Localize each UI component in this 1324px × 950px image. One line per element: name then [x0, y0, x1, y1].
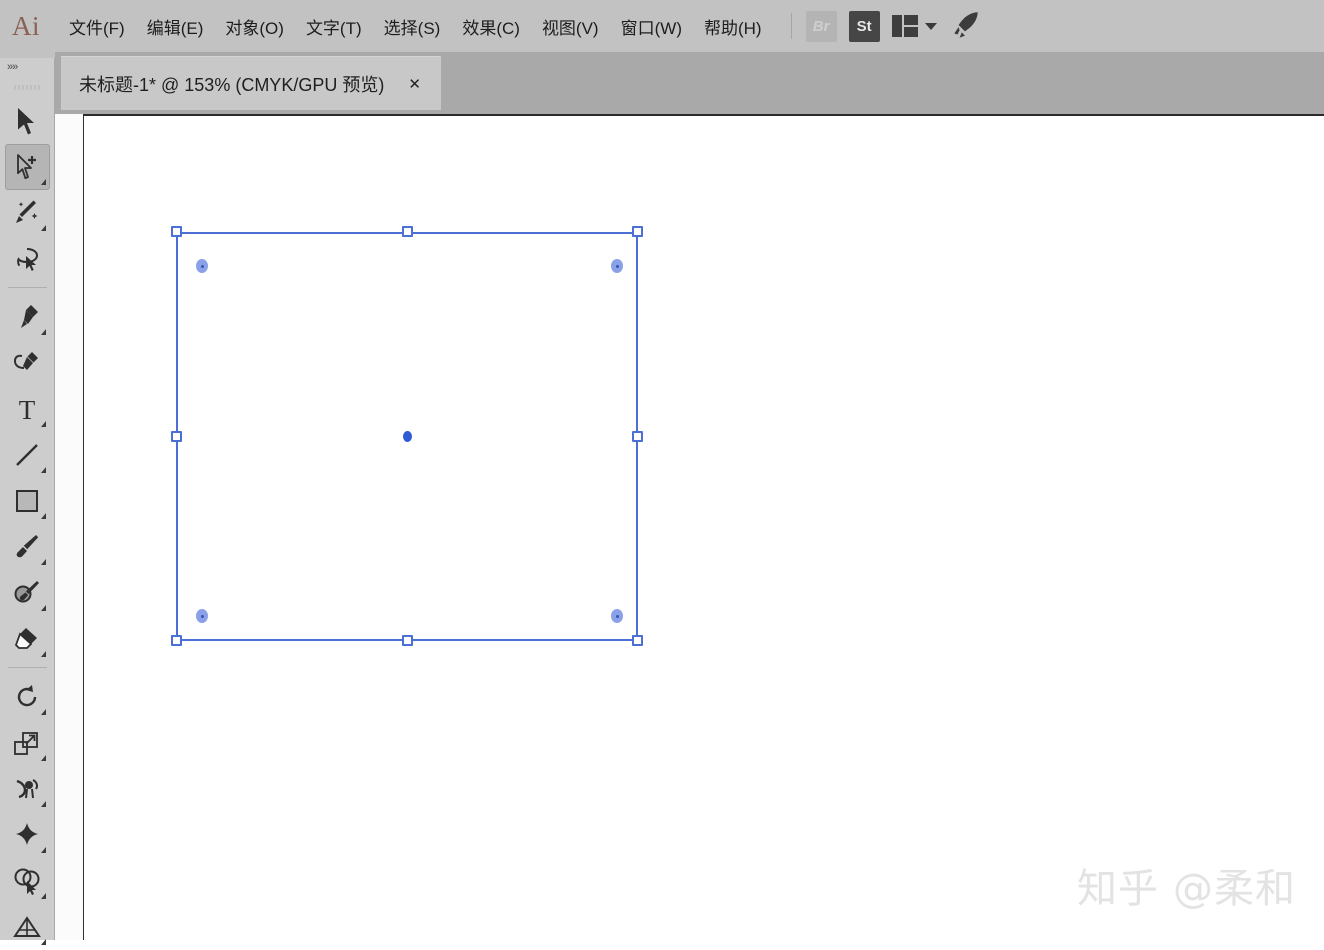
close-icon[interactable]: ✕	[404, 73, 425, 95]
tool-flyout-indicator	[40, 755, 46, 761]
menu-window[interactable]: 窗口(W)	[610, 9, 693, 44]
tool-flyout-indicator	[40, 801, 46, 807]
free-transform-tool[interactable]	[5, 812, 50, 858]
paintbrush-tool[interactable]	[5, 524, 50, 570]
line-segment-tool[interactable]	[5, 432, 50, 478]
app-logo-icon: Ai	[12, 10, 40, 41]
tool-flyout-indicator	[40, 179, 46, 185]
direct-selection-tool[interactable]	[4, 144, 50, 190]
selection-tool[interactable]	[5, 98, 50, 144]
menu-edit[interactable]: 编辑(E)	[136, 9, 215, 44]
scale-tool[interactable]	[5, 720, 50, 766]
eraser-tool[interactable]	[5, 616, 50, 662]
chevron-down-icon	[924, 22, 937, 30]
type-tool[interactable]: T	[5, 386, 50, 432]
menu-view[interactable]: 视图(V)	[531, 9, 610, 44]
menu-bar: Ai 文件(F) 编辑(E) 对象(O) 文字(T) 选择(S) 效果(C) 视…	[0, 0, 1324, 52]
shaper-tool[interactable]	[5, 570, 50, 616]
object-center-point	[403, 431, 412, 442]
artboard[interactable]: 知乎 @柔和	[83, 114, 1324, 940]
illustrator-window: Ai 文件(F) 编辑(E) 对象(O) 文字(T) 选择(S) 效果(C) 视…	[0, 0, 1324, 945]
bridge-icon[interactable]: Br	[805, 10, 837, 42]
workspace-switcher[interactable]	[891, 15, 937, 37]
anchor-handle-bottom-left[interactable]	[171, 635, 182, 646]
anchor-handle-middle-left[interactable]	[171, 431, 182, 442]
magic-wand-tool[interactable]	[5, 190, 50, 236]
menu-item-list: 文件(F) 编辑(E) 对象(O) 文字(T) 选择(S) 效果(C) 视图(V…	[58, 0, 773, 52]
watermark: 知乎 @柔和	[1077, 856, 1296, 914]
anchor-handle-bottom-right[interactable]	[632, 635, 643, 646]
document-tab[interactable]: 未标题-1* @ 153% (CMYK/GPU 预览) ✕	[61, 56, 441, 110]
tool-flyout-indicator	[40, 421, 46, 427]
live-corner-widget-top-left[interactable]	[196, 259, 208, 273]
menu-type[interactable]: 文字(T)	[295, 9, 373, 44]
anchor-handle-top-left[interactable]	[171, 226, 182, 237]
tool-flyout-indicator	[40, 651, 46, 657]
live-corner-widget-bottom-right[interactable]	[611, 609, 623, 623]
tool-flyout-indicator	[40, 605, 46, 611]
canvas-left-gutter	[55, 114, 83, 940]
watermark-handle: @柔和	[1173, 866, 1296, 912]
menu-object[interactable]: 对象(O)	[214, 9, 295, 44]
menu-select[interactable]: 选择(S)	[373, 9, 452, 44]
document-tab-title: 未标题-1* @ 153% (CMYK/GPU 预览)	[79, 74, 385, 95]
stock-icon[interactable]: St	[848, 10, 880, 42]
menubar-divider	[790, 13, 792, 39]
menubar-tool-icons: Br St	[805, 9, 983, 43]
curvature-tool[interactable]	[5, 340, 50, 386]
toolbar-divider	[7, 667, 47, 668]
svg-text:T: T	[19, 395, 36, 423]
lasso-tool[interactable]	[5, 236, 50, 282]
live-corner-widget-bottom-left[interactable]	[196, 609, 208, 623]
watermark-brand: 知乎	[1077, 866, 1159, 912]
tool-flyout-indicator	[40, 893, 46, 899]
anchor-handle-top-center[interactable]	[402, 226, 413, 237]
toolbar-divider	[7, 287, 47, 288]
rocket-icon[interactable]	[949, 9, 983, 43]
tool-flyout-indicator	[40, 847, 46, 853]
double-chevron-right-icon[interactable]: »»	[0, 58, 54, 76]
anchor-handle-bottom-center[interactable]	[402, 635, 413, 646]
tool-flyout-indicator	[40, 513, 46, 519]
tools-panel: »» T	[0, 58, 55, 945]
anchor-handle-top-right[interactable]	[632, 226, 643, 237]
menu-effect[interactable]: 效果(C)	[451, 9, 531, 44]
rectangle-tool[interactable]	[5, 478, 50, 524]
tool-flyout-indicator	[40, 559, 46, 565]
tool-flyout-indicator	[40, 709, 46, 715]
shape-builder-tool[interactable]	[5, 858, 50, 904]
perspective-grid-tool[interactable]	[5, 904, 50, 950]
drag-grip-icon[interactable]	[0, 76, 54, 98]
tool-flyout-indicator	[40, 225, 46, 231]
menu-file[interactable]: 文件(F)	[58, 9, 136, 44]
document-tab-bar: 未标题-1* @ 153% (CMYK/GPU 预览) ✕	[0, 52, 1324, 114]
tool-flyout-indicator	[40, 467, 46, 473]
width-tool[interactable]	[5, 766, 50, 812]
anchor-handle-middle-right[interactable]	[632, 431, 643, 442]
live-corner-widget-top-right[interactable]	[611, 259, 623, 273]
tool-flyout-indicator	[40, 329, 46, 335]
workspace-layout-icon	[891, 15, 918, 37]
pen-tool[interactable]	[5, 294, 50, 340]
canvas-area[interactable]: 知乎 @柔和	[55, 114, 1324, 940]
rotate-tool[interactable]	[5, 674, 50, 720]
menu-help[interactable]: 帮助(H)	[693, 9, 773, 44]
